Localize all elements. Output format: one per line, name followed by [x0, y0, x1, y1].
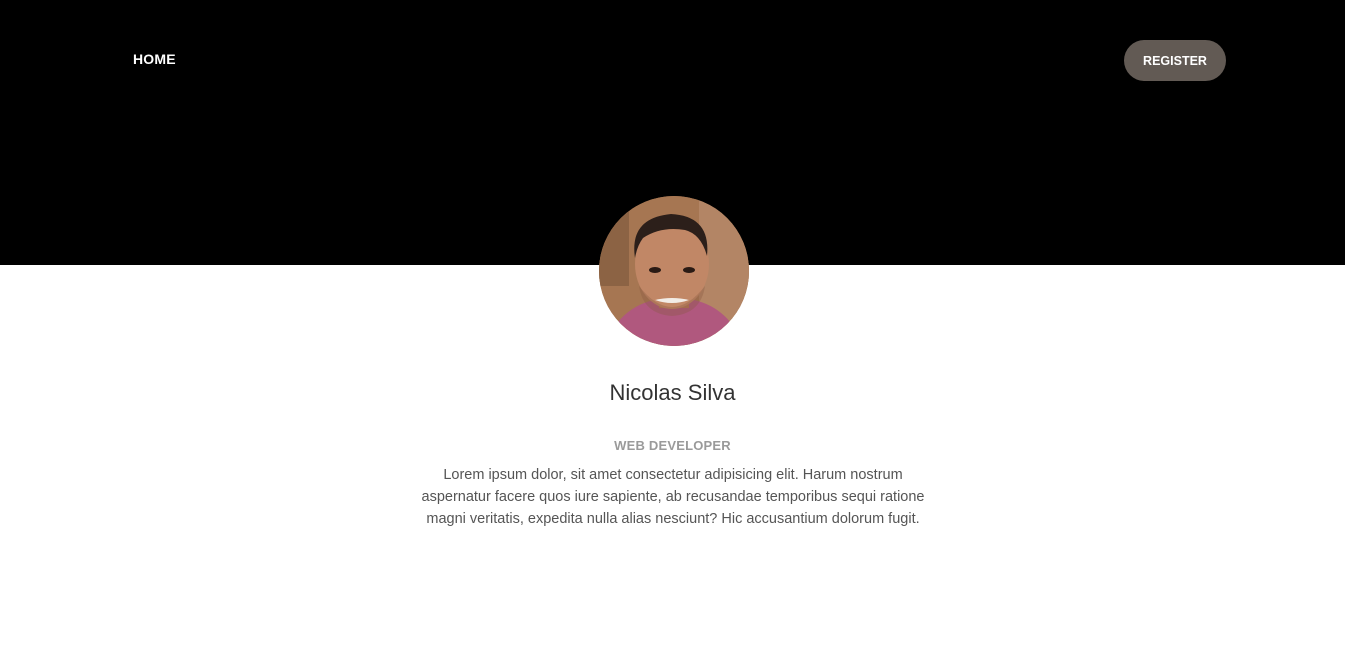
- profile-name: Nicolas Silva: [609, 380, 736, 405]
- register-button[interactable]: REGISTER: [1124, 40, 1226, 81]
- avatar: [599, 196, 749, 346]
- nav-home-link[interactable]: HOME: [133, 51, 176, 67]
- profile-bio: Lorem ipsum dolor, sit amet consectetur …: [421, 467, 925, 527]
- avatar-photo: [599, 196, 749, 346]
- profile-role: WEB DEVELOPER: [614, 438, 731, 453]
